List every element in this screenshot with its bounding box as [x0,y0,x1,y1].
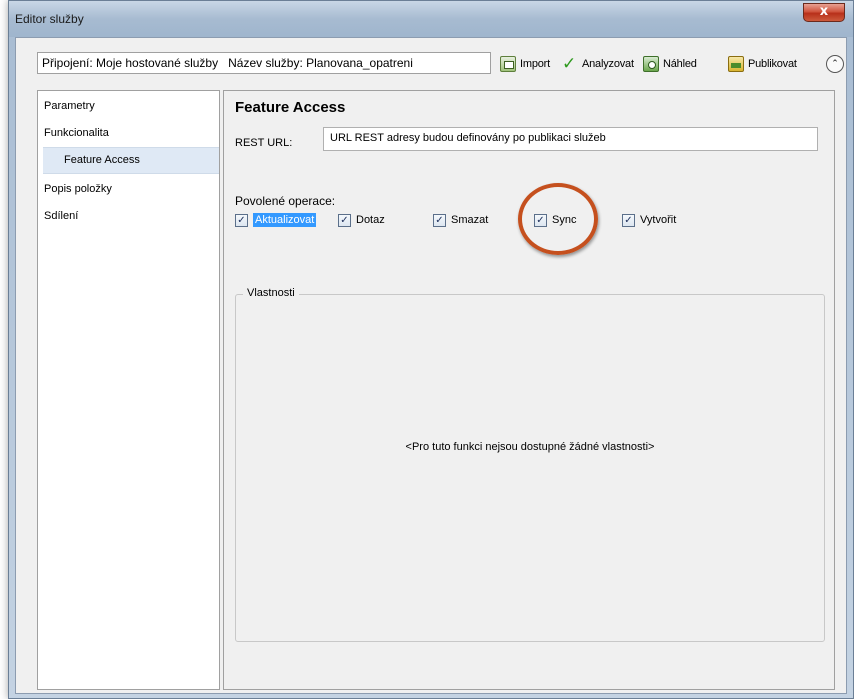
properties-empty-message: <Pro tuto funkci nejsou dostupné žádné v… [405,441,655,453]
chevron-up-icon[interactable]: ⌃ [826,55,844,73]
window-title: Editor služby [15,12,84,26]
settings-sidebar: Parametry Funkcionalita Feature Access P… [37,90,220,690]
operation-aktualizovat-checkbox[interactable]: ✓ Aktualizovat [235,211,317,229]
toolbar: Připojení: Moje hostované služby Název sl… [16,38,846,78]
close-button[interactable]: x [803,3,845,22]
operation-smazat-checkbox[interactable]: ✓ Smazat [433,211,488,229]
publish-button[interactable]: Publikovat [728,55,797,73]
analyze-label: Analyzovat [582,58,634,70]
feature-access-panel: Feature Access REST URL: URL REST adresy… [223,90,835,690]
operation-label: Smazat [451,214,489,226]
checkbox-check-icon: ✓ [622,213,635,227]
title-bar[interactable]: Editor služby x [9,1,853,37]
operation-label: Aktualizovat [253,213,317,227]
import-label: Import [520,58,550,70]
checkmark-icon: ✓ [562,54,577,74]
checkbox-check-icon: ✓ [433,213,446,227]
connection-label: Připojení: Moje hostované služby [42,56,219,70]
checkbox-check-icon: ✓ [235,213,248,227]
import-icon [500,56,516,72]
page-title: Feature Access [235,99,346,116]
annotation-circle [518,183,598,255]
service-editor-window: Editor služby x Připojení: Moje hostovan… [8,0,854,699]
publish-label: Publikovat [748,58,797,70]
sidebar-item-sdileni[interactable]: Sdílení [44,207,78,225]
publish-icon [728,56,744,72]
operation-vytvorit-checkbox[interactable]: ✓ Vytvořit [622,211,676,229]
dialog-client-area: Připojení: Moje hostované služby Název sl… [15,37,847,694]
properties-legend: Vlastnosti [243,287,299,299]
operations-label: Povolené operace: [235,194,336,208]
import-button[interactable]: Import [500,55,550,73]
sidebar-item-feature-access[interactable]: Feature Access [43,147,219,174]
service-name-label: Název služby: Planovana_opatreni [228,56,413,70]
preview-button[interactable]: Náhled [643,55,697,73]
sidebar-item-parametry[interactable]: Parametry [44,97,95,115]
properties-group: Vlastnosti <Pro tuto funkci nejsou dostu… [235,287,825,642]
sidebar-item-funkcionalita[interactable]: Funkcionalita [44,124,109,142]
rest-url-label: REST URL: [235,137,293,149]
analyze-button[interactable]: ✓ Analyzovat [562,55,634,73]
preview-label: Náhled [663,58,697,70]
connection-info-box: Připojení: Moje hostované služby Název sl… [37,52,491,74]
operation-dotaz-checkbox[interactable]: ✓ Dotaz [338,211,385,229]
checkbox-check-icon: ✓ [338,213,351,227]
operation-label: Dotaz [356,214,385,226]
rest-url-field[interactable]: URL REST adresy budou definovány po publ… [323,127,818,151]
operation-label: Vytvořit [640,214,677,226]
sidebar-item-popis-polozky[interactable]: Popis položky [44,180,112,198]
preview-icon [643,56,659,72]
